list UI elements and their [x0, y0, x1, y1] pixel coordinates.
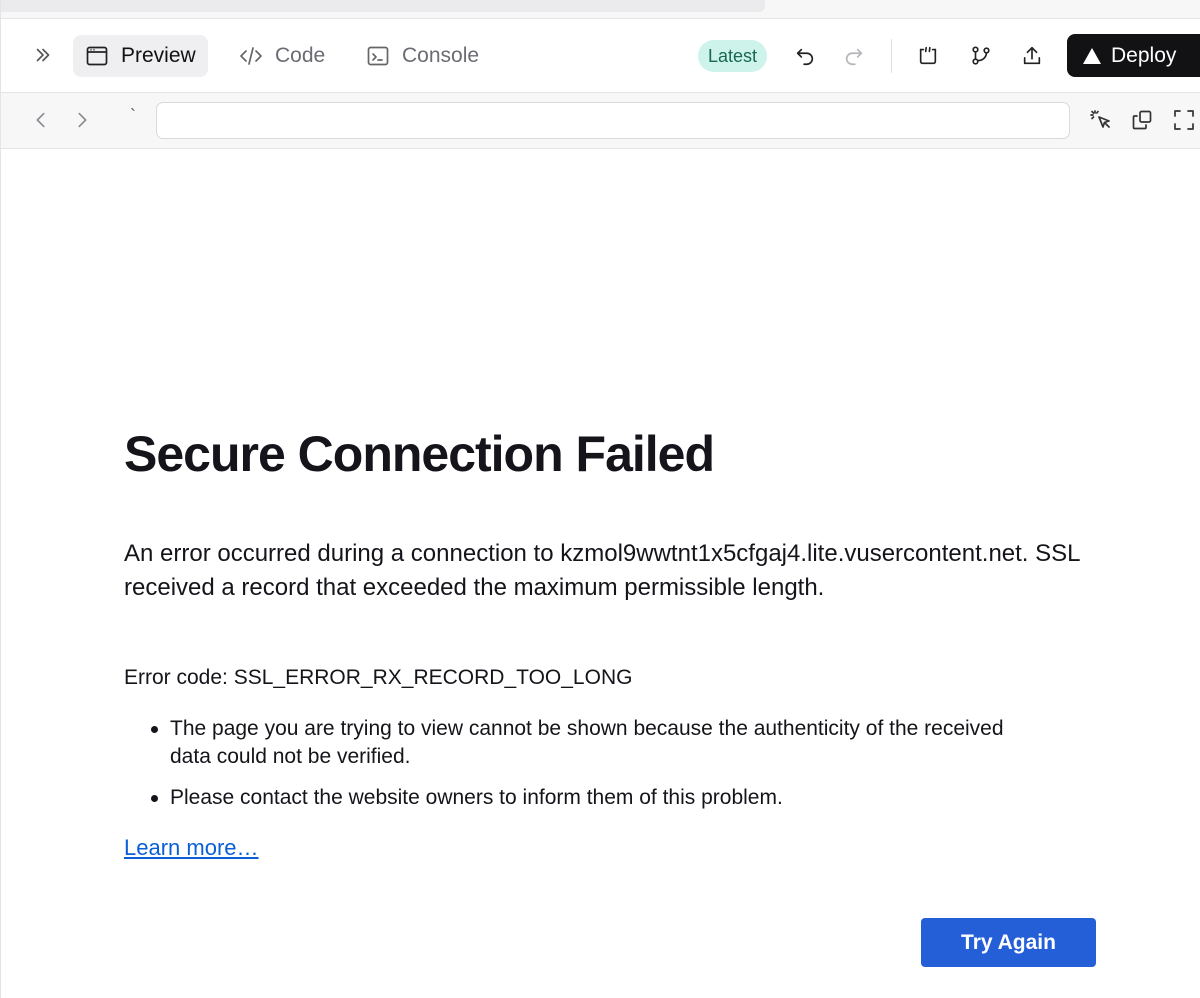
screenshot-button[interactable]	[910, 38, 946, 74]
url-input[interactable]	[156, 102, 1070, 139]
top-tab-strip	[1, 0, 765, 12]
try-again-button[interactable]: Try Again	[921, 918, 1096, 967]
learn-more-link[interactable]: Learn more…	[124, 835, 259, 861]
toolbar-divider	[891, 39, 892, 73]
tab-preview-label: Preview	[121, 44, 196, 67]
cursor-select-icon	[1090, 110, 1110, 128]
back-button[interactable]	[25, 103, 57, 137]
triangle-logo-icon	[1083, 47, 1101, 64]
expand-sidebar-button[interactable]	[25, 37, 61, 73]
error-message: An error occurred during a connection to…	[124, 540, 1080, 601]
undo-icon	[796, 48, 814, 66]
version-badge[interactable]: Latest	[698, 40, 768, 72]
path-tick: `	[130, 106, 136, 126]
terminal-icon	[367, 46, 389, 66]
chevron-right-icon	[78, 112, 87, 128]
list-item: The page you are trying to view cannot b…	[124, 715, 1044, 771]
chevrons-right-icon	[36, 48, 50, 62]
tab-console[interactable]: Console	[354, 35, 491, 77]
tab-preview[interactable]: Preview	[73, 35, 208, 77]
list-item: Please contact the website owners to inf…	[124, 784, 1044, 812]
tab-code[interactable]: Code	[227, 35, 337, 77]
chevron-left-icon	[36, 112, 45, 128]
git-branch-icon	[972, 46, 990, 65]
error-code: Error code: SSL_ERROR_RX_RECORD_TOO_LONG	[124, 666, 633, 689]
forward-button[interactable]	[66, 103, 98, 137]
deploy-label: Deploy	[1111, 43, 1177, 67]
error-details-list: The page you are trying to view cannot b…	[124, 715, 1044, 825]
fullscreen-button[interactable]	[1167, 103, 1200, 137]
tab-code-label: Code	[275, 44, 326, 67]
address-bar: `	[1, 93, 1200, 149]
redo-icon	[845, 48, 863, 66]
deploy-button[interactable]: Deploy	[1067, 34, 1200, 77]
toolbar: Preview Code Console Latest Deploy	[1, 19, 1200, 93]
tab-console-label: Console	[402, 44, 480, 67]
top-strip	[1, 0, 1200, 19]
browser-window-icon	[86, 46, 108, 66]
fullscreen-icon	[1174, 110, 1194, 130]
upload-icon	[1023, 46, 1041, 65]
open-new-window-button[interactable]	[1125, 103, 1159, 137]
error-title: Secure Connection Failed	[124, 426, 715, 482]
share-button[interactable]	[1014, 38, 1050, 74]
redo-button[interactable]	[836, 38, 872, 74]
undo-button[interactable]	[787, 38, 823, 74]
copy-window-icon	[1132, 110, 1152, 130]
git-branch-button[interactable]	[963, 38, 999, 74]
capture-icon	[919, 46, 937, 65]
code-brackets-icon	[240, 47, 262, 65]
app-frame: Preview Code Console Latest Deploy ` Sec…	[0, 0, 1200, 998]
select-element-button[interactable]	[1084, 103, 1118, 137]
